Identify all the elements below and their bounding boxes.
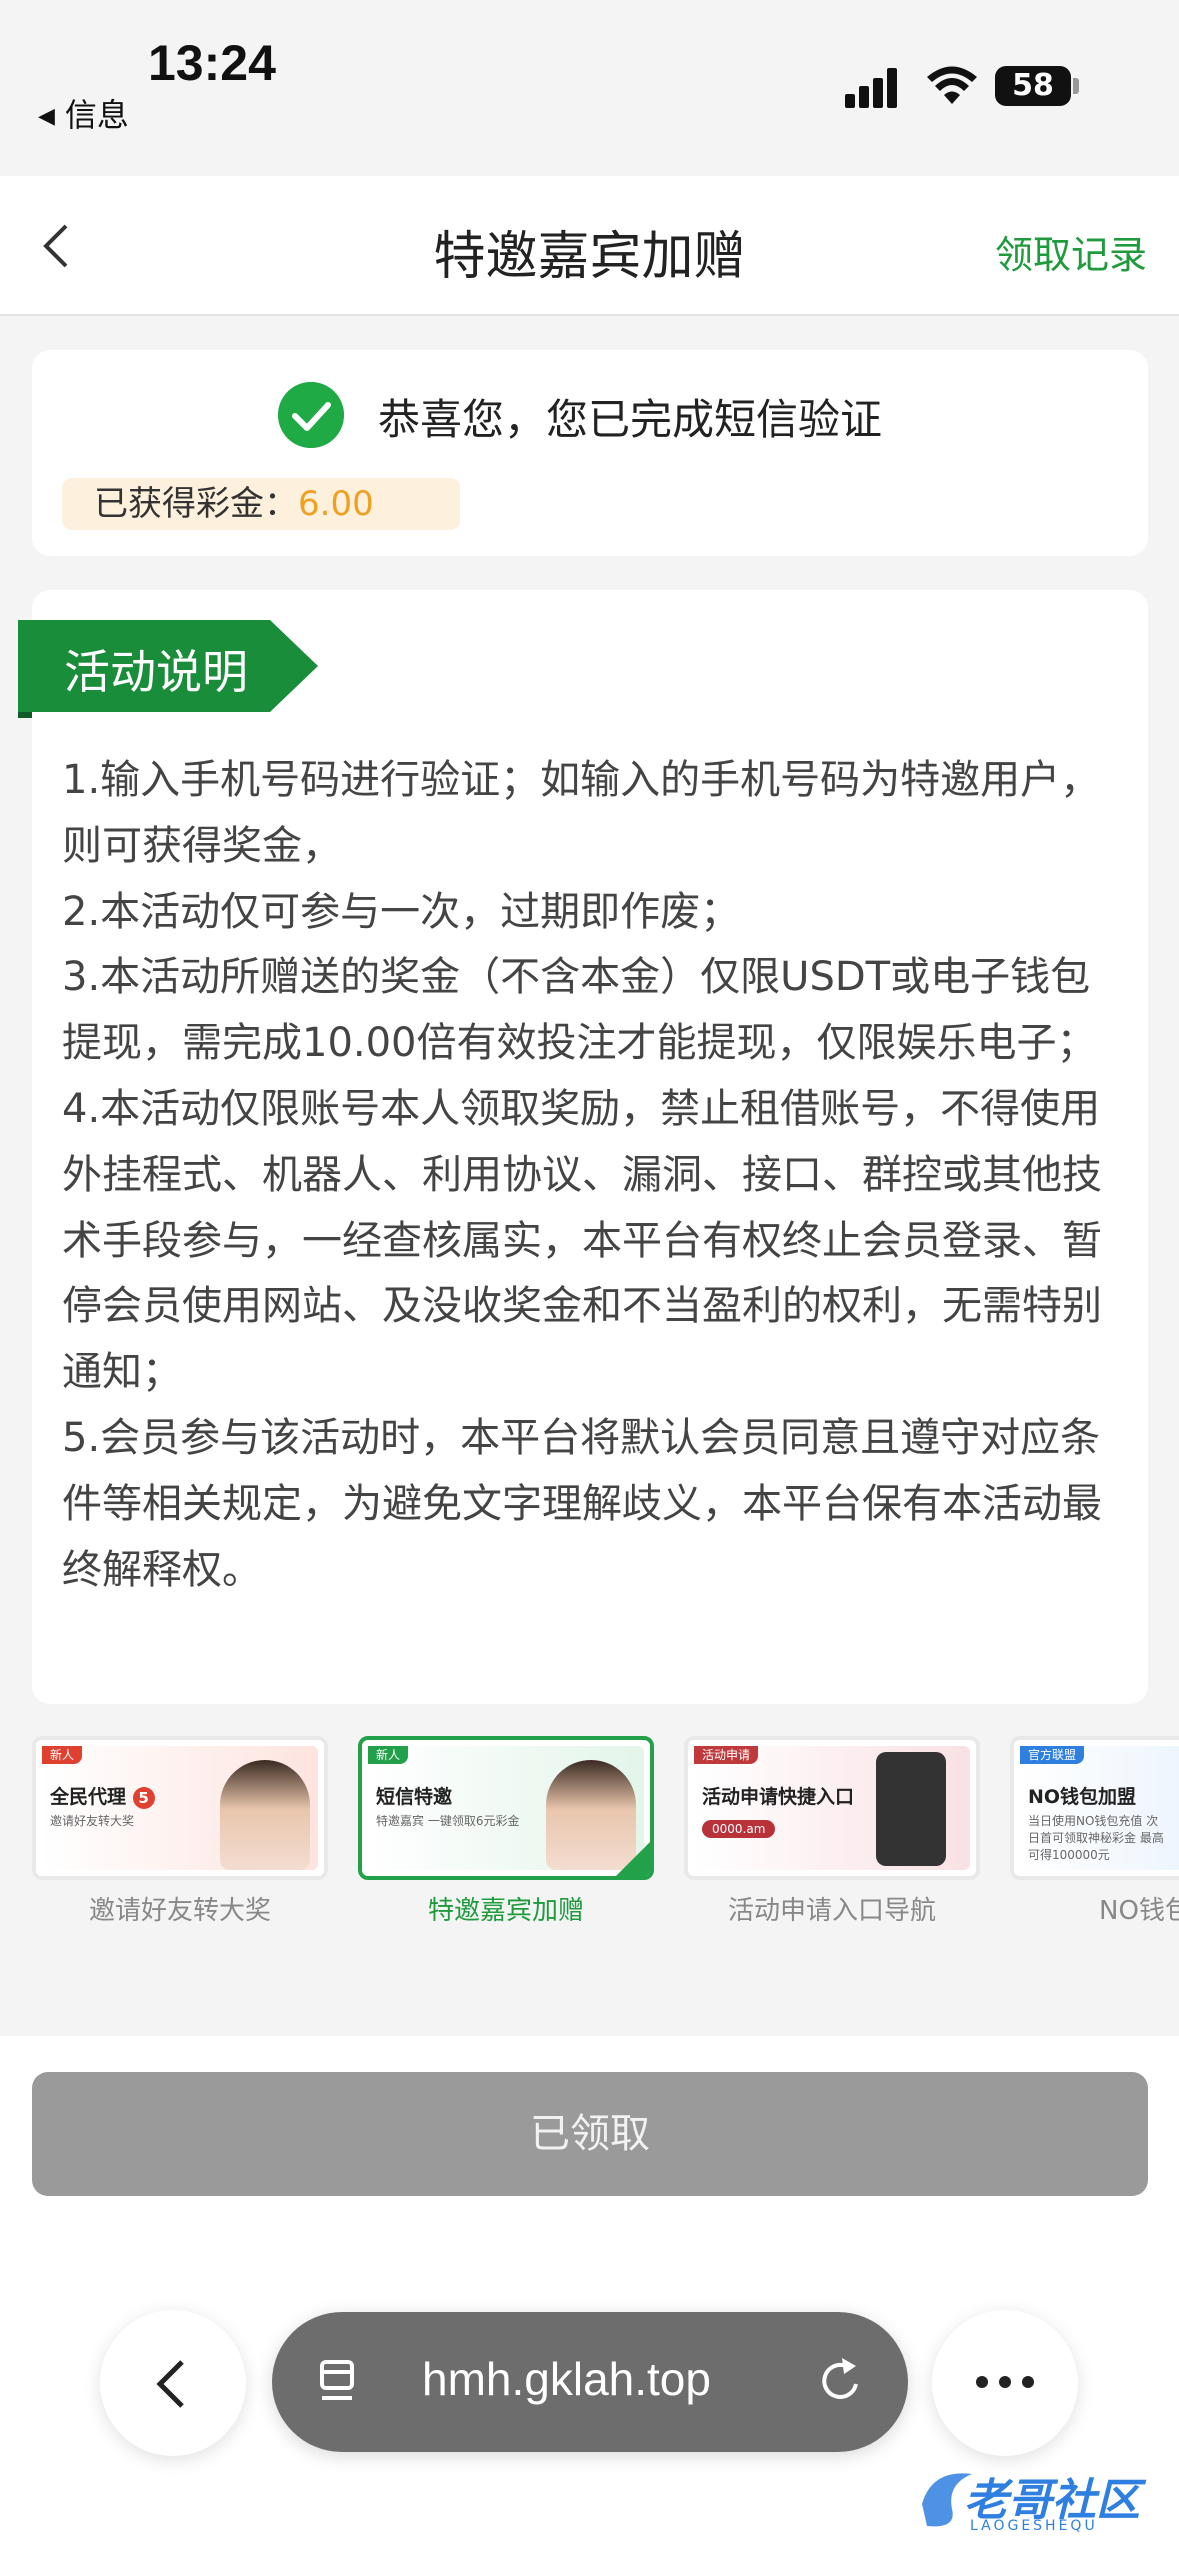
banner-title: 全民代理 5 (50, 1782, 155, 1809)
banner-subtitle: 特邀嘉宾 一键领取6元彩金 (376, 1814, 520, 1828)
community-watermark-logo: 老哥社区 LAOGESHEQU (912, 2460, 1172, 2544)
promo-banner[interactable]: 新人 全民代理 5 邀请好友转大奖 (32, 1736, 328, 1880)
back-chevron-icon (156, 2360, 184, 2408)
promo-banner[interactable]: 官方联盟 NO钱包加盟 当日使用NO钱包充值 次日首可领取神秘彩金 最高可得10… (1010, 1736, 1179, 1880)
banner-label[interactable]: 特邀嘉宾加赠 (358, 1890, 654, 1927)
banner-tag: 活动申请 (694, 1746, 759, 1764)
promo-banner-active[interactable]: 新人 短信特邀 特邀嘉宾 一键领取6元彩金 (358, 1736, 654, 1880)
promo-banner-strip[interactable]: 新人 全民代理 5 邀请好友转大奖 邀请好友转大奖 新人 短信特邀 特邀嘉宾 一… (0, 1736, 1179, 1936)
nav-header: 特邀嘉宾加赠 领取记录 (0, 176, 1179, 316)
banner-title: 短信特邀 (376, 1786, 453, 1808)
banner-label[interactable]: NO钱包加 (1010, 1890, 1179, 1927)
ribbon-fold (18, 712, 32, 718)
battery-tip (1073, 78, 1079, 94)
banner-subtitle: 当日使用NO钱包充值 次日首可领取神秘彩金 最高可得100000元 (1028, 1814, 1164, 1862)
banner-model-image (220, 1760, 310, 1870)
activity-title: 活动说明 (64, 645, 248, 699)
banner-subtitle: 0000.am (702, 1820, 776, 1838)
banner-subtitle: 邀请好友转大奖 (50, 1814, 135, 1828)
check-circle-icon (278, 382, 344, 448)
reload-icon[interactable] (816, 2354, 866, 2408)
rule-item: 4.本活动仅限账号本人领取奖励，禁止租借账号，不得使用外挂程式、机器人、利用协议… (62, 1085, 1102, 1396)
bonus-badge: 已获得彩金：6.00 (62, 478, 460, 530)
phone-image (876, 1752, 946, 1866)
verify-card: 恭喜您，您已完成短信验证 已获得彩金：6.00 (32, 350, 1148, 556)
watermark-subtext: LAOGESHEQU (970, 2518, 1098, 2534)
banner-label[interactable]: 邀请好友转大奖 (32, 1890, 328, 1927)
status-time: 13:24 (148, 35, 276, 91)
banner-tag: 新人 (42, 1746, 83, 1764)
rule-item: 3.本活动所赠送的奖金（不含本金）仅限USDT或电子钱包提现，需完成10.00倍… (62, 954, 1097, 1067)
status-bar: 13:24 ◀ 信息 58 (0, 0, 1179, 176)
banner-model-image (546, 1760, 636, 1870)
claim-record-link[interactable]: 领取记录 (995, 224, 1147, 279)
bonus-value: 6.00 (298, 484, 374, 524)
cellular-signal-icon (845, 68, 905, 108)
more-options-button[interactable] (932, 2310, 1078, 2456)
back-triangle-icon: ◀ (38, 104, 55, 129)
wifi-icon (927, 66, 977, 104)
banner-tag: 官方联盟 (1020, 1746, 1085, 1764)
page-menu-icon[interactable] (318, 2358, 358, 2406)
browser-back-button[interactable] (100, 2310, 246, 2456)
banner-title: NO钱包加盟 (1028, 1786, 1137, 1808)
banner-title: 活动申请快捷入口 (702, 1786, 855, 1808)
claimed-button[interactable]: 已领取 (32, 2072, 1148, 2196)
bonus-label: 已获得彩金： (94, 484, 298, 524)
activity-rules: 1.输入手机号码进行验证；如输入的手机号码为特邀用户，则可获得奖金， 2.本活动… (62, 748, 1122, 1603)
rule-item: 1.输入手机号码进行验证；如输入的手机号码为特邀用户，则可获得奖金， (62, 757, 1101, 869)
rule-item: 2.本活动仅可参与一次，过期即作废； (62, 888, 741, 935)
back-to-app-link[interactable]: ◀ 信息 (38, 90, 129, 136)
rule-item: 5.会员参与该活动时，本平台将默认会员同意且遵守对应条件等相关规定，为避免文字理… (62, 1414, 1102, 1593)
verify-success-message: 恭喜您，您已完成短信验证 (378, 395, 883, 444)
banner-tag: 新人 (368, 1746, 409, 1764)
url-text[interactable]: hmh.gklah.top (422, 2352, 711, 2406)
ellipsis-icon (976, 2376, 1034, 2388)
promo-banner[interactable]: 活动申请 活动申请快捷入口 0000.am (684, 1736, 980, 1880)
back-app-label: 信息 (64, 96, 129, 134)
battery-icon: 58 (995, 66, 1071, 106)
address-bar[interactable]: hmh.gklah.top (272, 2312, 908, 2452)
banner-label[interactable]: 活动申请入口导航 (684, 1890, 980, 1927)
